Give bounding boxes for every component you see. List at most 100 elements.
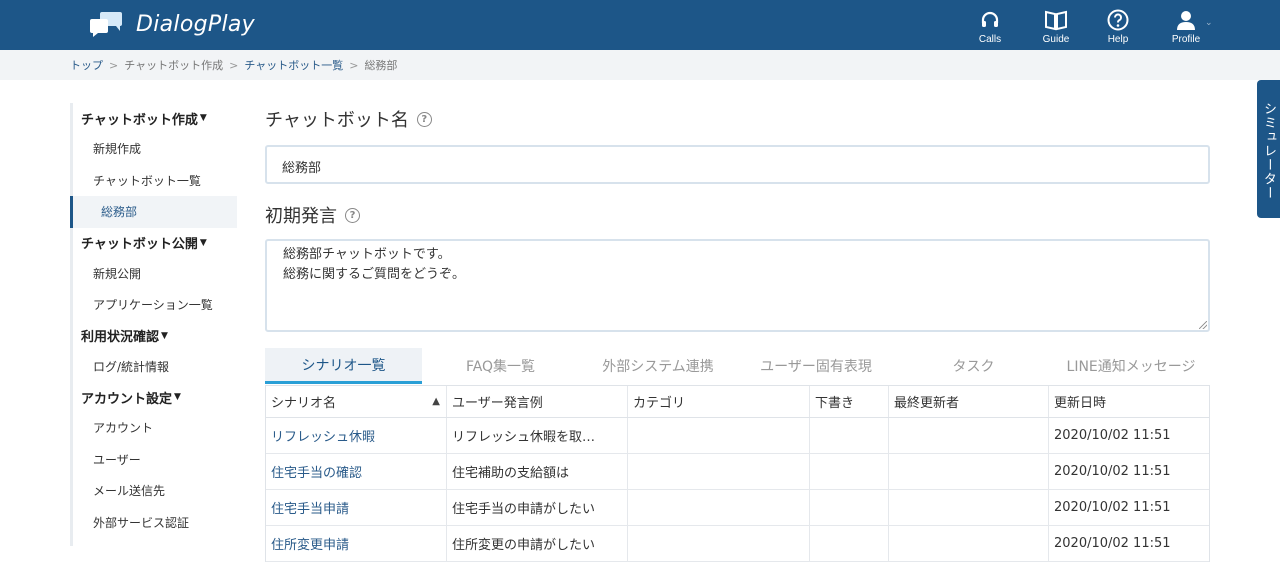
draft-cell xyxy=(810,418,889,453)
sidebar-item-logs[interactable]: ログ/統計情報 xyxy=(70,351,237,383)
headset-icon xyxy=(981,11,999,27)
chatbot-name-input[interactable]: 総務部 xyxy=(265,145,1210,184)
scenario-name-link[interactable]: 住所変更申請 xyxy=(266,526,447,561)
draft-cell xyxy=(810,490,889,525)
greeting-heading: 初期発言 ? xyxy=(265,202,360,228)
breadcrumb-top[interactable]: トップ xyxy=(70,57,103,73)
top-navigation-bar: DialogPlay Calls Guide Help Profile ⌄ xyxy=(0,0,1280,50)
caret-down-icon: ▼ xyxy=(174,392,181,402)
breadcrumb-separator: > xyxy=(109,58,119,72)
sidebar-item-users[interactable]: ユーザー xyxy=(70,444,237,476)
help-icon[interactable]: ? xyxy=(345,207,360,223)
sidebar-section-publish[interactable]: チャットボット公開 ▼ xyxy=(70,228,237,258)
last-editor-cell xyxy=(889,490,1049,525)
user-utterance-cell: リフレッシュ休暇を取… xyxy=(447,418,628,453)
greeting-textarea[interactable]: 総務部チャットボットです。 総務に関するご質問をどうぞ。 xyxy=(265,239,1210,332)
sort-ascending-icon[interactable]: ▲ xyxy=(432,396,440,407)
nav-calls[interactable]: Calls xyxy=(962,8,1018,45)
tab-external-system[interactable]: 外部システム連携 xyxy=(579,348,737,384)
updated-at-cell: 2020/10/02 11:51 xyxy=(1054,500,1171,515)
breadcrumb-separator: > xyxy=(349,58,359,72)
nav-profile-label: Profile xyxy=(1171,34,1201,45)
user-utterance-cell: 住宅補助の支給額は xyxy=(447,454,628,489)
greeting-line: 総務部チャットボットです。 xyxy=(283,247,451,262)
sidebar-section-label: アカウント設定 xyxy=(81,391,173,407)
updated-at-cell: 2020/10/02 11:51 xyxy=(1054,464,1171,479)
breadcrumb-current: 総務部 xyxy=(364,59,398,72)
user-utterance-cell: 住宅手当の申請がしたい xyxy=(447,490,628,525)
last-editor-cell xyxy=(889,454,1049,489)
sidebar-section-label: チャットボット作成 xyxy=(81,112,198,128)
nav-guide-label: Guide xyxy=(1042,34,1070,45)
sidebar-item-new-publish[interactable]: 新規公開 xyxy=(70,258,237,290)
tab-faq-list[interactable]: FAQ集一覧 xyxy=(422,348,579,384)
sidebar-item-soumubu[interactable]: 総務部 xyxy=(70,196,237,228)
sidebar-item-account[interactable]: アカウント xyxy=(70,412,237,444)
scenario-name-link[interactable]: リフレッシュ休暇 xyxy=(266,418,447,453)
resize-handle-icon[interactable] xyxy=(1199,321,1207,329)
greeting-line: 総務に関するご質問をどうぞ。 xyxy=(283,267,466,282)
table-row[interactable]: 住宅手当の確認 住宅補助の支給額は 2020/10/02 11:51 xyxy=(266,454,1209,490)
category-cell xyxy=(628,454,810,489)
nav-calls-label: Calls xyxy=(978,34,1002,45)
breadcrumb-chatbot-list[interactable]: チャットボット一覧 xyxy=(244,57,343,73)
nav-help[interactable]: Help xyxy=(1090,8,1146,45)
column-header-scenario[interactable]: シナリオ名 ▲ xyxy=(266,386,447,417)
sidebar-section-label: チャットボット公開 xyxy=(81,237,198,252)
sidebar: チャットボット作成 ▼ 新規作成 チャットボット一覧 総務部 チャットボット公開 ▼… xyxy=(70,103,237,538)
caret-down-icon: ▼ xyxy=(199,237,207,248)
content-tabs: シナリオ一覧 FAQ集一覧 外部システム連携 ユーザー固有表現 タスク LINE… xyxy=(265,348,1210,384)
category-cell xyxy=(628,526,810,561)
sidebar-item-external-auth[interactable]: 外部サービス認証 xyxy=(70,507,237,539)
help-icon[interactable]: ? xyxy=(416,111,432,127)
scenario-name-link[interactable]: 住宅手当申請 xyxy=(266,490,447,525)
user-utterance-cell: 住所変更の申請がしたい xyxy=(447,526,628,561)
question-icon xyxy=(1107,9,1129,31)
draft-cell xyxy=(810,526,889,561)
sidebar-section-label: 利用状況確認 xyxy=(81,330,160,345)
breadcrumb-chatbot-create: チャットボット作成 xyxy=(124,59,224,72)
nav-guide[interactable]: Guide xyxy=(1028,8,1084,45)
scenario-table: シナリオ名 ▲ ユーザー発言例 カテゴリ 下書き 最終更新者 更新日時 リフレッ… xyxy=(265,385,1210,562)
column-header-updated-at[interactable]: 更新日時 xyxy=(1049,386,1209,417)
last-editor-cell xyxy=(889,418,1049,453)
scenario-name-link[interactable]: 住宅手当の確認 xyxy=(266,454,447,489)
column-header-label: シナリオ名 xyxy=(271,396,337,411)
sidebar-section-create[interactable]: チャットボット作成 ▼ xyxy=(70,103,237,133)
last-editor-cell xyxy=(889,526,1049,561)
sidebar-item-chatbot-list[interactable]: チャットボット一覧 xyxy=(70,165,237,197)
tab-line-notification[interactable]: LINE通知メッセージ xyxy=(1052,348,1210,384)
column-header-user-utterance[interactable]: ユーザー発言例 xyxy=(447,386,628,417)
column-header-category[interactable]: カテゴリ xyxy=(628,386,810,417)
tab-user-expressions[interactable]: ユーザー固有表現 xyxy=(737,348,895,384)
column-header-last-editor[interactable]: 最終更新者 xyxy=(889,386,1049,417)
sidebar-section-account[interactable]: アカウント設定 ▼ xyxy=(70,382,237,412)
greeting-label: 初期発言 xyxy=(265,206,337,227)
sidebar-item-app-list[interactable]: アプリケーション一覧 xyxy=(70,289,237,321)
chatbot-name-label: チャットボット名 xyxy=(265,110,409,131)
sidebar-item-new[interactable]: 新規作成 xyxy=(70,133,237,165)
table-row[interactable]: 住宅手当申請 住宅手当の申請がしたい 2020/10/02 11:51 xyxy=(266,490,1209,526)
tab-tasks[interactable]: タスク xyxy=(895,348,1052,384)
sidebar-section-usage[interactable]: 利用状況確認 ▼ xyxy=(70,321,237,351)
caret-down-icon: ▼ xyxy=(161,330,168,341)
breadcrumb-separator: > xyxy=(229,58,239,72)
simulator-tab[interactable]: シミュレーター xyxy=(1257,80,1280,218)
nav-help-label: Help xyxy=(1107,34,1129,45)
column-header-draft[interactable]: 下書き xyxy=(810,386,889,417)
table-row[interactable]: 住所変更申請 住所変更の申請がしたい 2020/10/02 11:51 xyxy=(266,526,1209,562)
chatbot-name-heading: チャットボット名 ? xyxy=(265,106,432,132)
caret-down-icon: ▼ xyxy=(199,113,207,123)
draft-cell xyxy=(810,454,889,489)
app-title: DialogPlay xyxy=(136,11,255,37)
table-header: シナリオ名 ▲ ユーザー発言例 カテゴリ 下書き 最終更新者 更新日時 xyxy=(266,386,1209,418)
tab-scenario-list[interactable]: シナリオ一覧 xyxy=(265,348,422,384)
chevron-down-icon[interactable]: ⌄ xyxy=(1205,18,1213,28)
category-cell xyxy=(628,490,810,525)
sidebar-item-mail[interactable]: メール送信先 xyxy=(70,475,237,507)
logo[interactable]: DialogPlay xyxy=(90,10,255,38)
table-row[interactable]: リフレッシュ休暇 リフレッシュ休暇を取… 2020/10/02 11:51 xyxy=(266,418,1209,454)
updated-at-cell: 2020/10/02 11:51 xyxy=(1054,536,1171,551)
user-icon xyxy=(1177,11,1195,30)
book-icon xyxy=(1045,10,1067,31)
